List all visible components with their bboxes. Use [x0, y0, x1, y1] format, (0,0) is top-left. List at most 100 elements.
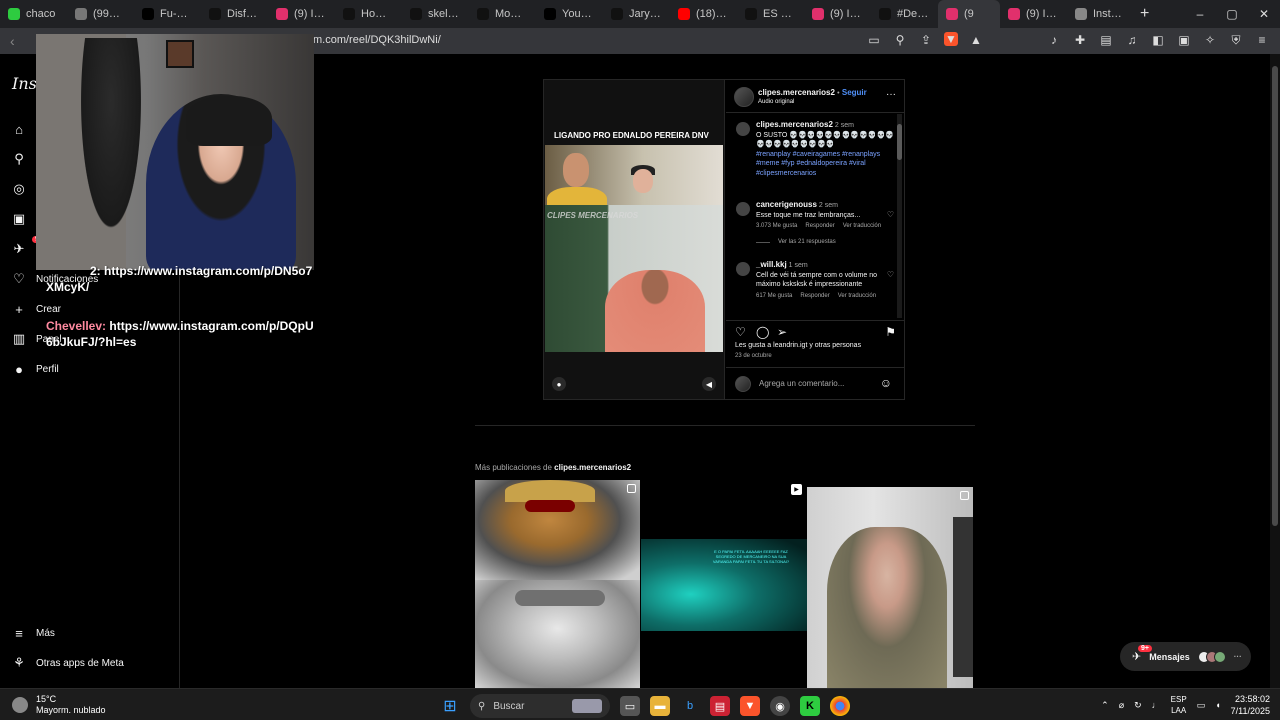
brave-shield-icon[interactable]: ▼: [944, 32, 958, 46]
news-icon[interactable]: ▤: [710, 696, 730, 716]
reply-button[interactable]: Responder: [805, 223, 834, 229]
like-icon[interactable]: ♡: [735, 325, 746, 339]
avatar[interactable]: [736, 202, 750, 216]
comment-username[interactable]: clipes.mercenarios2: [756, 120, 833, 129]
obs-icon[interactable]: ◉: [770, 696, 790, 716]
share-icon[interactable]: ➢: [777, 325, 787, 339]
brave-icon[interactable]: ▼: [740, 696, 760, 716]
chevron-up-icon[interactable]: ⌃: [1101, 700, 1109, 711]
chrome-icon[interactable]: [830, 696, 850, 716]
follow-button[interactable]: Seguir: [842, 88, 867, 97]
emoji-icon[interactable]: ☺: [880, 376, 892, 390]
share-icon[interactable]: ⇪: [918, 32, 934, 48]
audio-label[interactable]: Audio original: [758, 99, 794, 105]
page-scrollbar[interactable]: [1270, 54, 1280, 688]
leo-icon[interactable]: ✧: [1202, 32, 1218, 48]
sidebar-item-plus[interactable]: + Crear: [12, 302, 61, 317]
more-posts-username[interactable]: clipes.mercenarios2: [554, 463, 631, 472]
sidebar-item-avatar[interactable]: ● Perfil: [12, 362, 59, 377]
minimize-button[interactable]: –: [1184, 0, 1216, 28]
rewards-icon[interactable]: ▲: [968, 32, 984, 48]
address-bar[interactable]: m.com/reel/DQK3hilDwNi/: [313, 34, 441, 46]
post-thumbnail[interactable]: E O PAPAI FETIL AAAAAH EEEEEE FAZ SEGRED…: [641, 487, 807, 688]
media-icon[interactable]: ♫: [1124, 32, 1140, 48]
liked-by[interactable]: Les gusta a leandrin.igt y otras persona…: [735, 342, 861, 349]
post-thumbnail[interactable]: [475, 580, 640, 688]
author-avatar[interactable]: [734, 87, 754, 107]
sync-icon[interactable]: ↻: [1134, 700, 1142, 711]
wallet-icon[interactable]: ▣: [1176, 32, 1192, 48]
comment-username[interactable]: cancerigenouss: [756, 200, 817, 209]
hashtags[interactable]: #renanplay #caveiragames #renanplays #me…: [756, 151, 880, 177]
sidebar-toggle-icon[interactable]: ◧: [1150, 32, 1166, 48]
tagged-user-icon[interactable]: ●: [552, 377, 566, 391]
author-username[interactable]: clipes.mercenarios2: [758, 88, 835, 97]
messages-button[interactable]: ✈ 9+ Mensajes ···: [1120, 642, 1251, 671]
browser-tab[interactable]: chaco: [0, 0, 67, 28]
taskbar-search[interactable]: ⚲ Buscar: [470, 694, 610, 718]
browser-tab[interactable]: Jary: Aver: [603, 0, 670, 28]
reader-icon[interactable]: ▤: [1098, 32, 1114, 48]
view-replies-button[interactable]: Ver las 21 respuestas: [778, 239, 836, 245]
clock[interactable]: 23:58:02 7/11/2025: [1231, 693, 1270, 717]
post-thumbnail[interactable]: [475, 480, 640, 580]
comment-icon[interactable]: ◯: [756, 325, 769, 339]
menu-icon[interactable]: ≡: [1254, 32, 1270, 48]
reply-button[interactable]: Responder: [800, 293, 829, 299]
reel-video[interactable]: LIGANDO PRO EDNALDO PEREIRA DNV CLIPES M…: [544, 80, 725, 399]
comment-username[interactable]: _will.kkj: [756, 260, 787, 269]
browser-tab[interactable]: Hombres: [335, 0, 402, 28]
vpn-icon[interactable]: ⛨: [1228, 32, 1244, 48]
maximize-button[interactable]: ▢: [1216, 0, 1248, 28]
save-icon[interactable]: ⚑: [885, 325, 896, 339]
mute-icon[interactable]: ◀: [702, 377, 716, 391]
file-explorer-icon[interactable]: ▬: [650, 696, 670, 716]
browser-tab[interactable]: Fu-uXvaX: [134, 0, 201, 28]
browser-tab[interactable]: (9) Instag: [1000, 0, 1067, 28]
browser-tab[interactable]: #Deus #: [871, 0, 938, 28]
sidebar-item-more[interactable]: ≡ Más: [12, 626, 55, 641]
translate-button[interactable]: Ver traducción: [843, 223, 881, 229]
zoom-icon[interactable]: ⚲: [892, 32, 908, 48]
more-options-icon[interactable]: ···: [886, 89, 896, 100]
network-off-icon[interactable]: ⌀: [1119, 700, 1124, 711]
translate-button[interactable]: Ver traducción: [838, 293, 876, 299]
task-view-icon[interactable]: ▭: [620, 696, 640, 716]
mic-icon[interactable]: ♩: [1152, 700, 1161, 710]
sidebar-item-meta-apps[interactable]: ⚘ Otras apps de Meta: [12, 655, 124, 670]
like-comment-icon[interactable]: ♡: [887, 210, 894, 219]
kick-icon[interactable]: K: [800, 696, 820, 716]
browser-tab[interactable]: (9) Instag: [804, 0, 871, 28]
browser-tab[interactable]: skeletonV: [402, 0, 469, 28]
weather-widget[interactable]: 15°C Mayorm. nublado: [12, 694, 106, 716]
volume-icon[interactable]: ◖: [1215, 700, 1220, 710]
browser-tab[interactable]: (9) Instag: [268, 0, 335, 28]
browser-tab[interactable]: (9: [938, 0, 1000, 28]
comment-likes[interactable]: 3.073 Me gusta: [756, 223, 797, 229]
display-icon[interactable]: ▭: [1197, 700, 1206, 711]
bing-icon[interactable]: b: [680, 696, 700, 716]
browser-tab[interactable]: (99+)hell: [67, 0, 134, 28]
language-indicator[interactable]: ESP LAA: [1171, 694, 1187, 716]
avatar[interactable]: [736, 122, 750, 136]
browser-tab[interactable]: (18) ROSI: [670, 0, 737, 28]
back-icon[interactable]: ‹: [0, 33, 40, 49]
browser-tab[interactable]: Instagram: [1067, 0, 1134, 28]
browser-tab[interactable]: Your Typ: [536, 0, 603, 28]
windows-start-icon[interactable]: ⊞: [440, 696, 460, 716]
browser-tab[interactable]: Disfraces: [201, 0, 268, 28]
comments-scrollbar[interactable]: [897, 114, 902, 318]
like-comment-icon[interactable]: ♡: [887, 270, 894, 279]
browser-tab[interactable]: ES UNA I: [737, 0, 804, 28]
audio-icon[interactable]: ♪: [1046, 32, 1062, 48]
video-frame[interactable]: CLIPES MERCENARIOS: [545, 145, 723, 352]
post-thumbnail[interactable]: [807, 487, 973, 688]
close-window-button[interactable]: ✕: [1248, 0, 1280, 28]
extensions-icon[interactable]: ✚: [1072, 32, 1088, 48]
sidebar-item-home[interactable]: ⌂I: [12, 122, 39, 137]
avatar[interactable]: [736, 262, 750, 276]
cast-icon[interactable]: ▭: [866, 32, 882, 48]
new-tab-button[interactable]: +: [1134, 5, 1155, 23]
browser-tab[interactable]: Momento: [469, 0, 536, 28]
comment-likes[interactable]: 617 Me gusta: [756, 293, 792, 299]
